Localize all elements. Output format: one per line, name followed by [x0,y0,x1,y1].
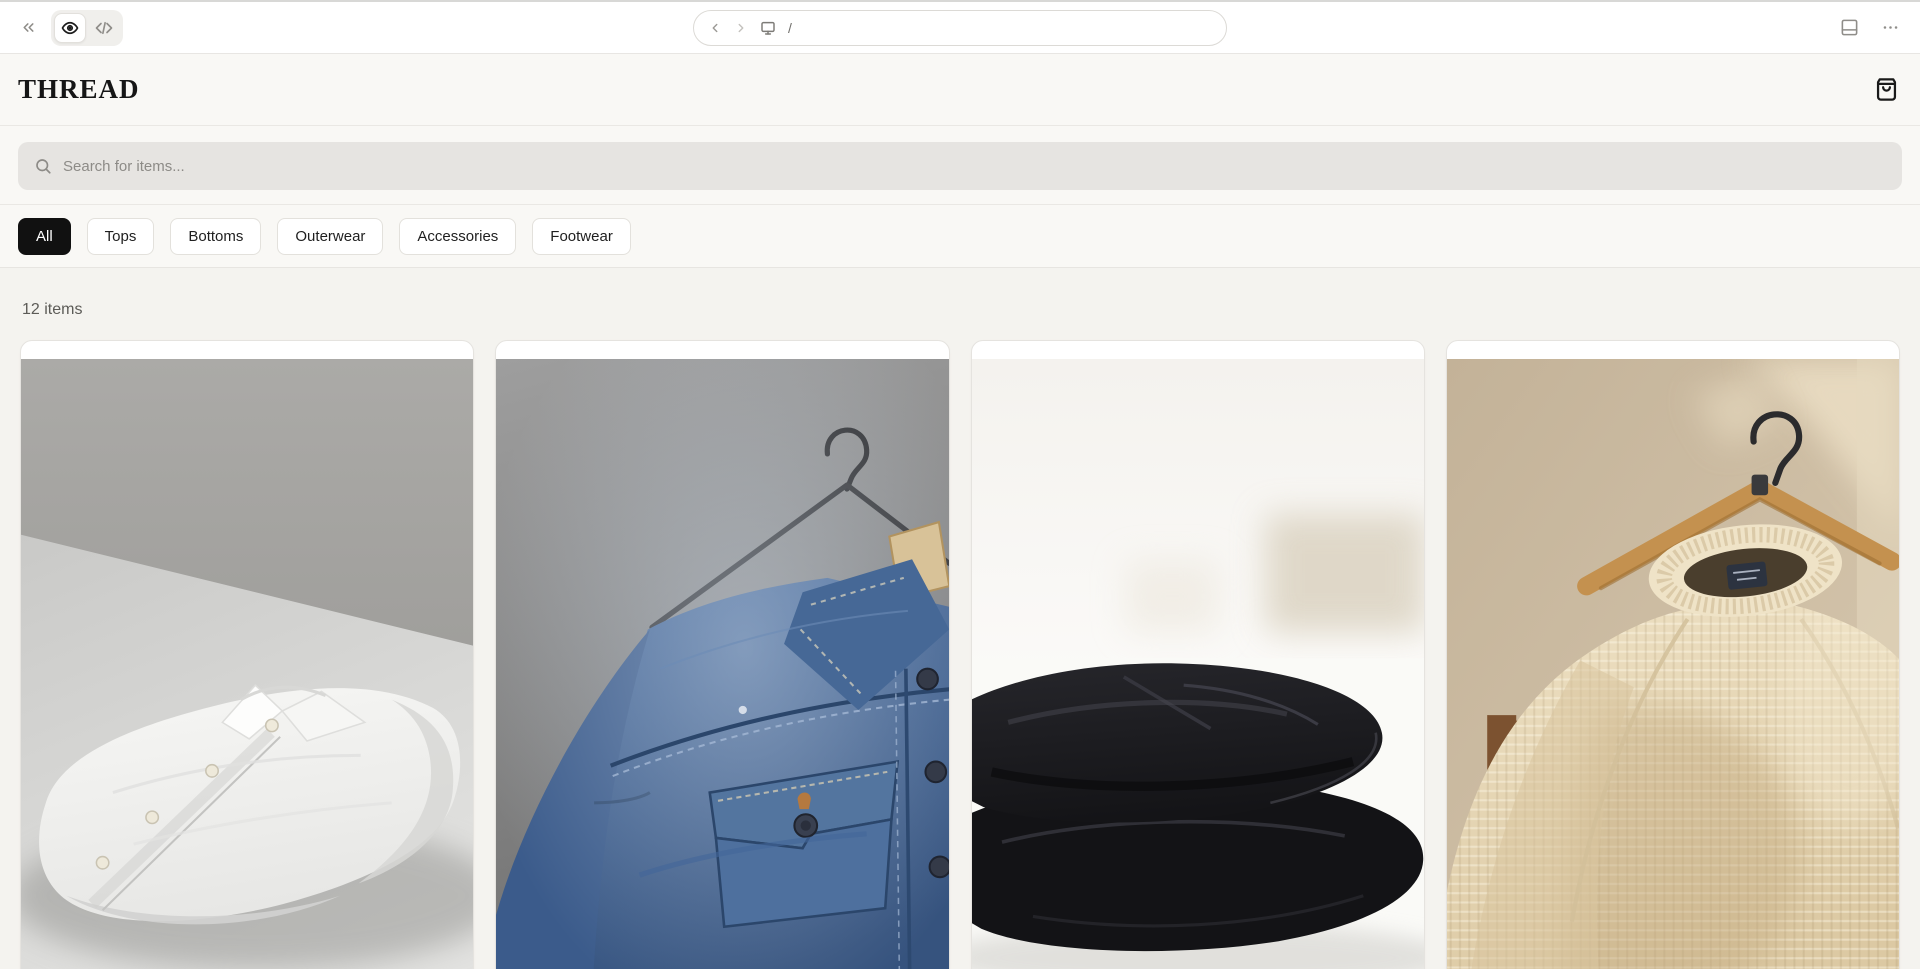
forward-button[interactable] [734,21,748,35]
toolbar-right [1836,14,1904,41]
search-section [0,126,1920,205]
chevron-right-icon [734,21,748,35]
category-filter-bar: All Tops Bottoms Outerwear Accessories F… [0,205,1920,268]
product-image-denim-jacket [496,359,948,969]
app-window: / THREAD All Tops Bottoms Outerwear Acce… [0,0,1920,969]
search-box[interactable] [18,142,1902,190]
product-grid [20,340,1900,969]
product-card[interactable] [495,340,949,969]
chevrons-left-icon [20,19,37,36]
preview-mode-button[interactable] [54,13,86,43]
back-button[interactable] [708,21,722,35]
more-options-button[interactable] [1877,14,1904,41]
panel-bottom-button[interactable] [1836,14,1863,41]
chevron-left-icon [708,21,722,35]
product-image-black-trousers [972,359,1424,969]
cart-button[interactable] [1871,74,1902,105]
monitor-icon [760,20,776,36]
filter-chip-footwear[interactable]: Footwear [532,218,631,255]
ellipsis-icon [1881,18,1900,37]
filter-chip-all[interactable]: All [18,218,71,255]
panel-bottom-icon [1840,18,1859,37]
url-path: / [788,20,792,36]
brand-logo: THREAD [18,74,140,105]
filter-chip-bottoms[interactable]: Bottoms [170,218,261,255]
filter-chip-outerwear[interactable]: Outerwear [277,218,383,255]
shopping-bag-icon [1873,76,1900,103]
site-header: THREAD [0,54,1920,126]
code-icon [95,19,113,37]
search-input[interactable] [63,158,1886,175]
filter-chip-accessories[interactable]: Accessories [399,218,516,255]
product-card[interactable] [1446,340,1900,969]
preview-url-bar[interactable]: / [693,10,1227,46]
view-mode-toggle [51,10,123,46]
code-mode-button[interactable] [88,13,120,43]
product-image-white-shirt [21,359,473,969]
product-card[interactable] [971,340,1425,969]
product-image-cream-sweater [1447,359,1899,969]
filter-chip-tops[interactable]: Tops [87,218,155,255]
eye-icon [61,19,79,37]
collapse-sidebar-button[interactable] [16,15,41,40]
product-card[interactable] [20,340,474,969]
preview-toolbar: / [0,2,1920,54]
product-list-section: 12 items [0,301,1920,969]
items-count: 12 items [22,301,1900,319]
search-icon [34,157,52,175]
